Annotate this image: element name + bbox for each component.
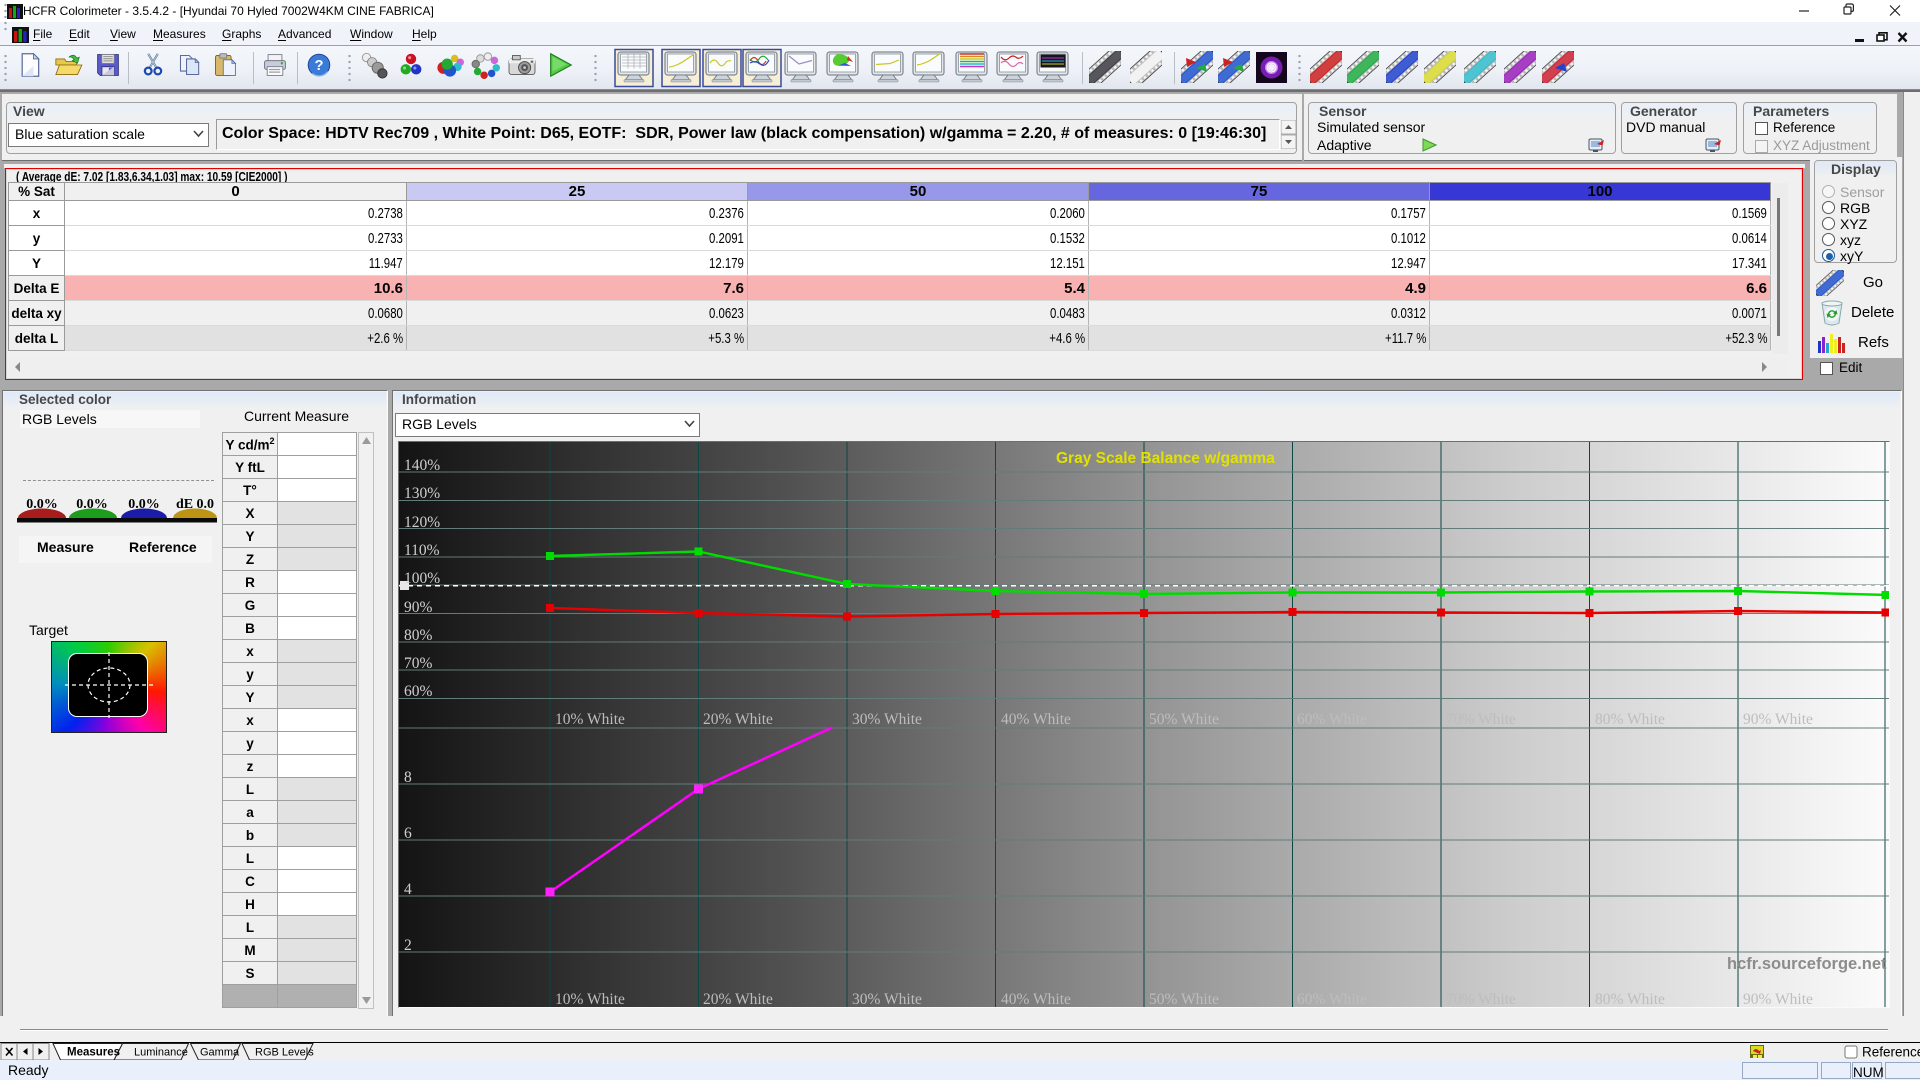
- svg-text:70%: 70%: [404, 655, 433, 672]
- svg-text:Gamma: Gamma: [200, 1047, 240, 1059]
- svg-text:140%: 140%: [404, 457, 440, 474]
- svg-text:90% White: 90% White: [1743, 711, 1813, 728]
- svg-text:50% White: 50% White: [1149, 991, 1219, 1007]
- svg-text:80% White: 80% White: [1595, 991, 1665, 1007]
- svg-text:40% White: 40% White: [1001, 711, 1071, 728]
- svg-text:Gray Scale Balance w/gamma: Gray Scale Balance w/gamma: [1056, 450, 1275, 467]
- svg-text:80% White: 80% White: [1595, 711, 1665, 728]
- svg-text:30% White: 30% White: [852, 991, 922, 1007]
- svg-text:10% White: 10% White: [555, 991, 625, 1007]
- svg-text:80%: 80%: [404, 627, 433, 644]
- svg-text:40% White: 40% White: [1001, 991, 1071, 1007]
- svg-text:90% White: 90% White: [1743, 991, 1813, 1007]
- svg-text:60% White: 60% White: [1297, 991, 1367, 1007]
- svg-text:60%: 60%: [404, 683, 433, 700]
- svg-text:130%: 130%: [404, 485, 440, 502]
- svg-text:8: 8: [404, 769, 412, 786]
- svg-text:110%: 110%: [404, 542, 440, 559]
- svg-text:60% White: 60% White: [1297, 711, 1367, 728]
- svg-text:Measures: Measures: [67, 1047, 120, 1059]
- svg-text:90%: 90%: [404, 599, 433, 616]
- svg-text:2: 2: [404, 937, 412, 954]
- svg-text:Reference: Reference: [1862, 1045, 1920, 1060]
- svg-text:30% White: 30% White: [852, 711, 922, 728]
- svg-text:hcfr.sourceforge.net: hcfr.sourceforge.net: [1727, 955, 1887, 973]
- svg-text:70% White: 70% White: [1446, 991, 1516, 1007]
- svg-text:4: 4: [404, 881, 412, 898]
- svg-text:20% White: 20% White: [703, 991, 773, 1007]
- svg-text:RGB Levels: RGB Levels: [255, 1047, 314, 1059]
- svg-text:50% White: 50% White: [1149, 711, 1219, 728]
- svg-text:10% White: 10% White: [555, 711, 625, 728]
- svg-text:100%: 100%: [404, 570, 440, 587]
- svg-text:6: 6: [404, 825, 412, 842]
- svg-text:70% White: 70% White: [1446, 711, 1516, 728]
- svg-text:20% White: 20% White: [703, 711, 773, 728]
- svg-text:Luminance: Luminance: [134, 1047, 188, 1059]
- svg-text:120%: 120%: [404, 514, 440, 531]
